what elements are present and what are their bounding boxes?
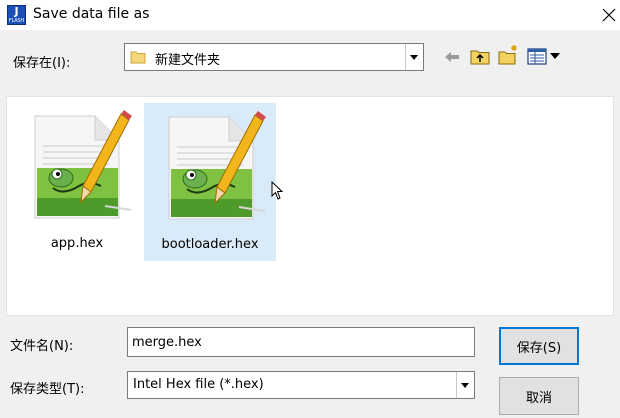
view-menu-icon[interactable] — [526, 46, 564, 68]
file-type-dropdown[interactable]: Intel Hex file (*.hex) — [127, 371, 475, 399]
save-in-path: 新建文件夹 — [155, 53, 221, 68]
cancel-button[interactable]: 取消 — [499, 377, 579, 415]
jflash-app-icon: J FLASH — [7, 5, 26, 25]
new-folder-icon[interactable] — [497, 44, 519, 66]
file-list-view[interactable]: app.hex bootloader.hex — [6, 96, 614, 316]
save-in-label: 保存在(I): — [13, 56, 71, 71]
file-item-bootloader-hex[interactable]: bootloader.hex — [144, 103, 276, 261]
file-name-label: 文件名(N): — [10, 339, 74, 354]
file-name-input[interactable] — [127, 327, 475, 357]
file-type-label: 保存类型(T): — [10, 382, 85, 397]
close-icon[interactable] — [600, 6, 618, 24]
file-item-app-hex[interactable]: app.hex — [11, 103, 143, 261]
save-in-dropdown[interactable]: 新建文件夹 — [124, 43, 424, 71]
save-button[interactable]: 保存(S) — [499, 327, 579, 365]
title-bar: J FLASH Save data file as — [0, 0, 620, 30]
folder-icon — [130, 51, 146, 64]
file-name: app.hex — [50, 236, 104, 251]
file-name: bootloader.hex — [161, 237, 259, 252]
window-title: Save data file as — [33, 6, 150, 22]
notepadpp-file-icon — [168, 111, 266, 220]
notepadpp-file-icon — [34, 110, 132, 219]
chevron-down-icon[interactable] — [405, 44, 423, 70]
back-arrow-icon[interactable] — [441, 46, 463, 68]
file-type-value: Intel Hex file (*.hex) — [133, 377, 264, 392]
up-folder-icon[interactable] — [469, 45, 491, 67]
chevron-down-icon[interactable] — [456, 372, 474, 398]
mouse-cursor-icon — [271, 181, 284, 200]
